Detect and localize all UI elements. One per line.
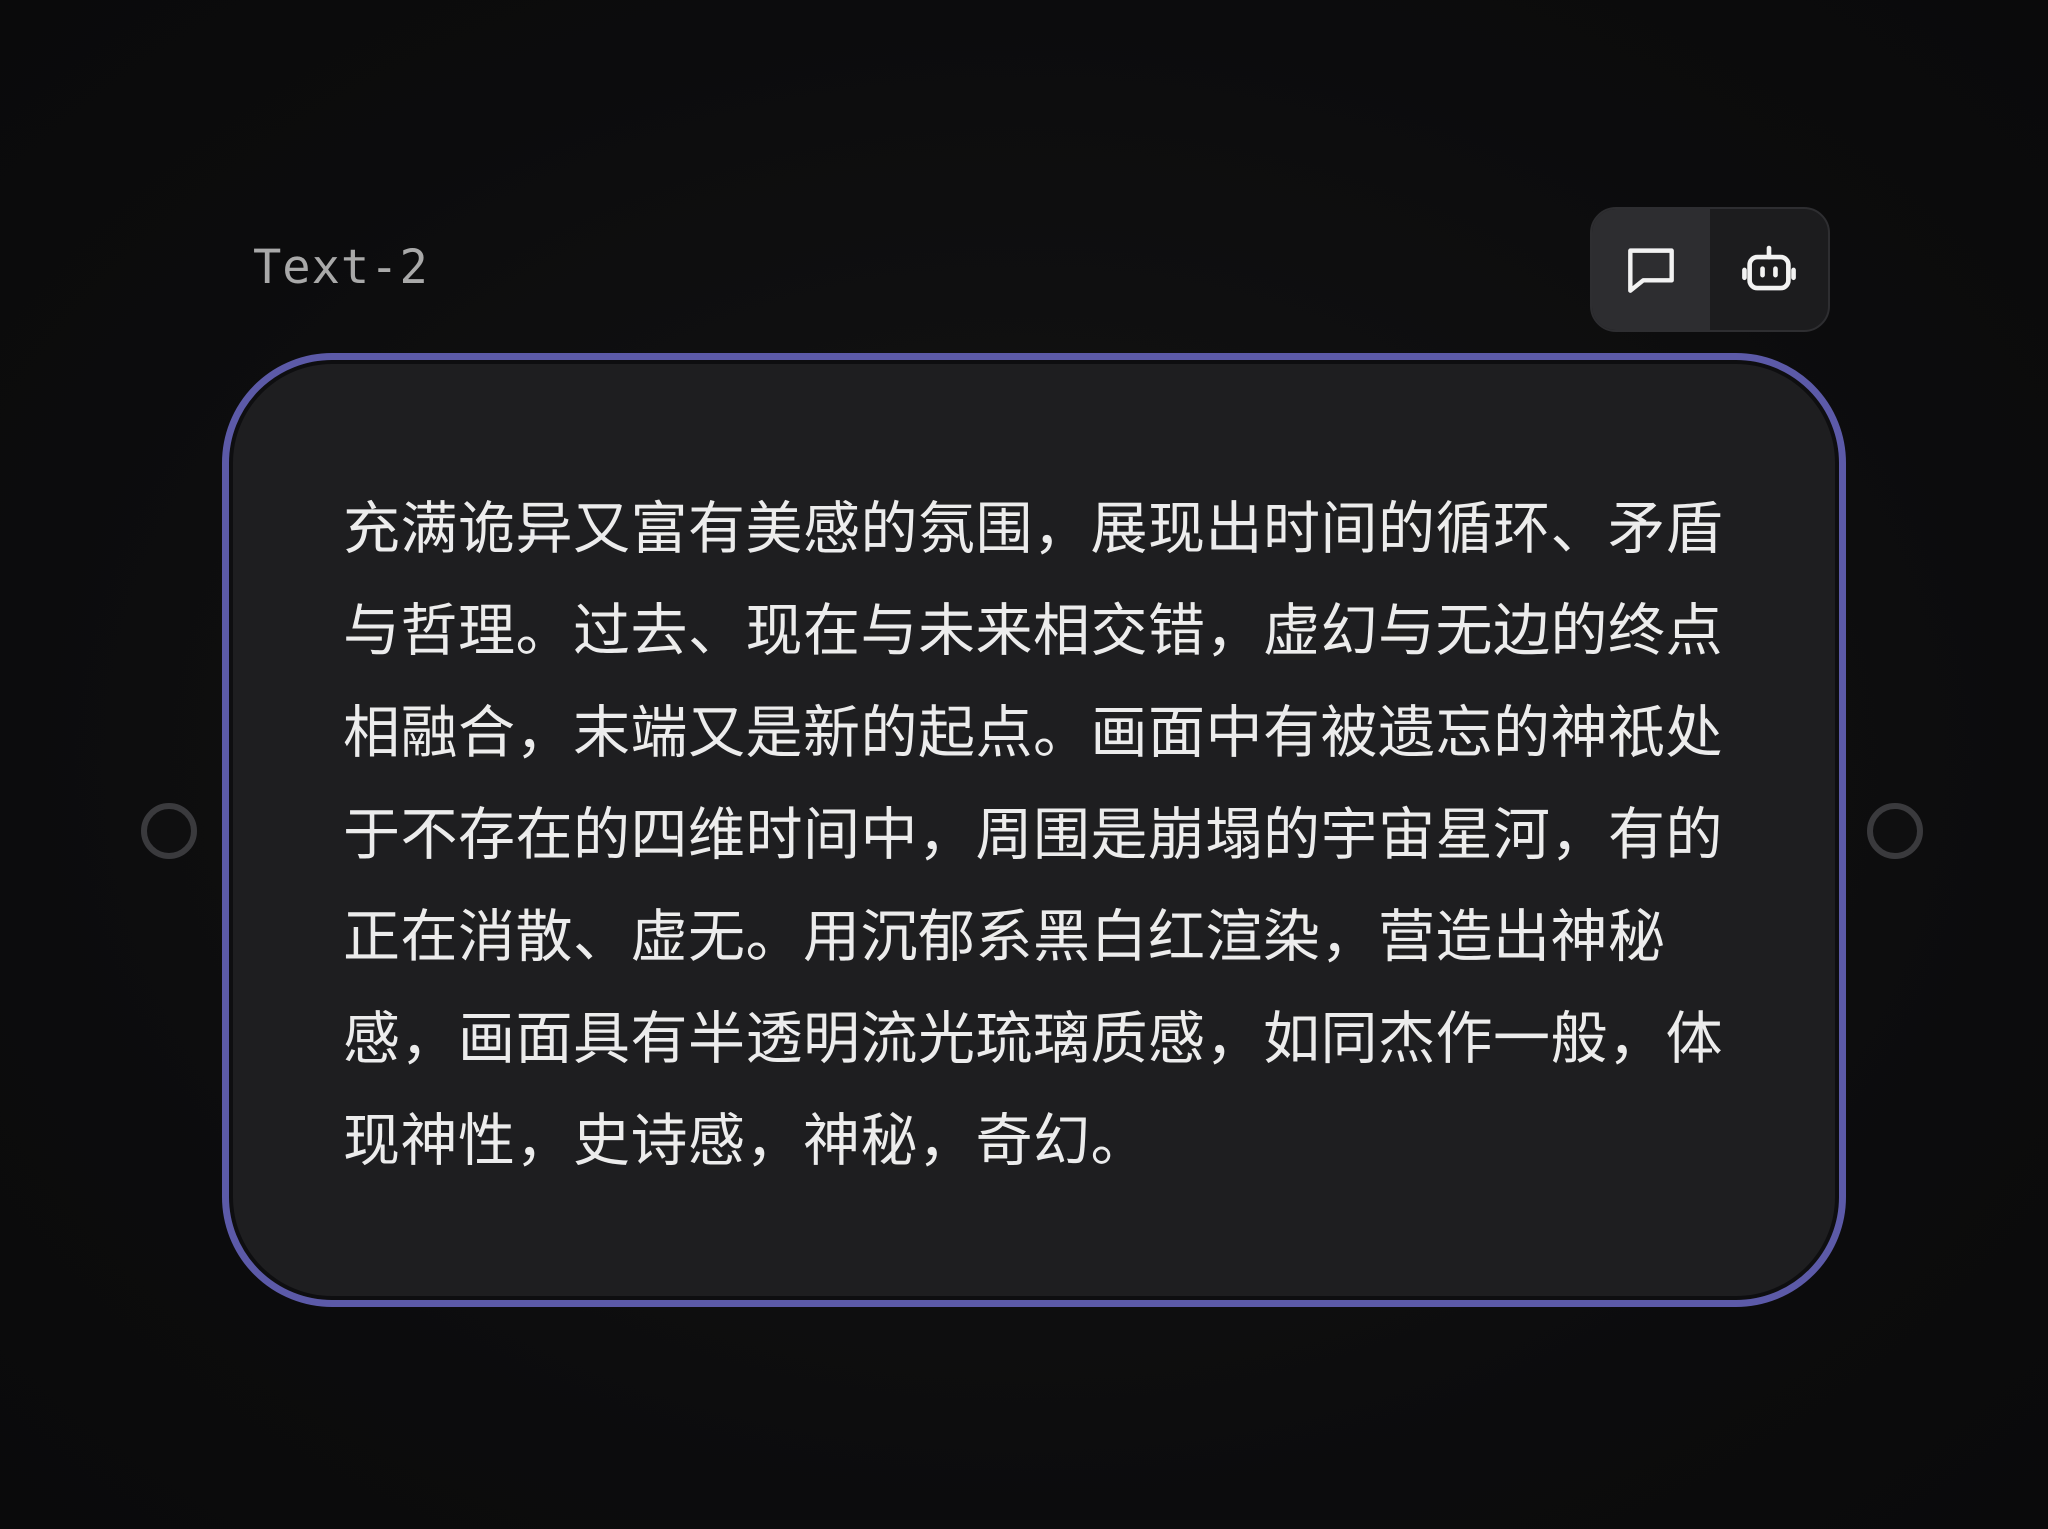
node-toolbar bbox=[1590, 207, 1830, 332]
workflow-canvas[interactable]: Text-2 充满诡异又富有美感的氛围，展现出时间的循环、矛盾与哲理。过去、现在… bbox=[0, 0, 2048, 1529]
node-text-content[interactable]: 充满诡异又富有美感的氛围，展现出时间的循环、矛盾与哲理。过去、现在与未来相交错，… bbox=[343, 478, 1743, 1192]
node-title: Text-2 bbox=[253, 240, 429, 295]
chat-bubble-icon bbox=[1628, 247, 1674, 293]
text-node-card[interactable]: 充满诡异又富有美感的氛围，展现出时间的循环、矛盾与哲理。过去、现在与未来相交错，… bbox=[222, 353, 1846, 1307]
input-connection-handle[interactable] bbox=[141, 803, 197, 859]
robot-icon bbox=[1742, 245, 1796, 290]
comment-button[interactable] bbox=[1592, 209, 1710, 330]
ai-assistant-button[interactable] bbox=[1710, 209, 1828, 330]
output-connection-handle[interactable] bbox=[1867, 803, 1923, 859]
